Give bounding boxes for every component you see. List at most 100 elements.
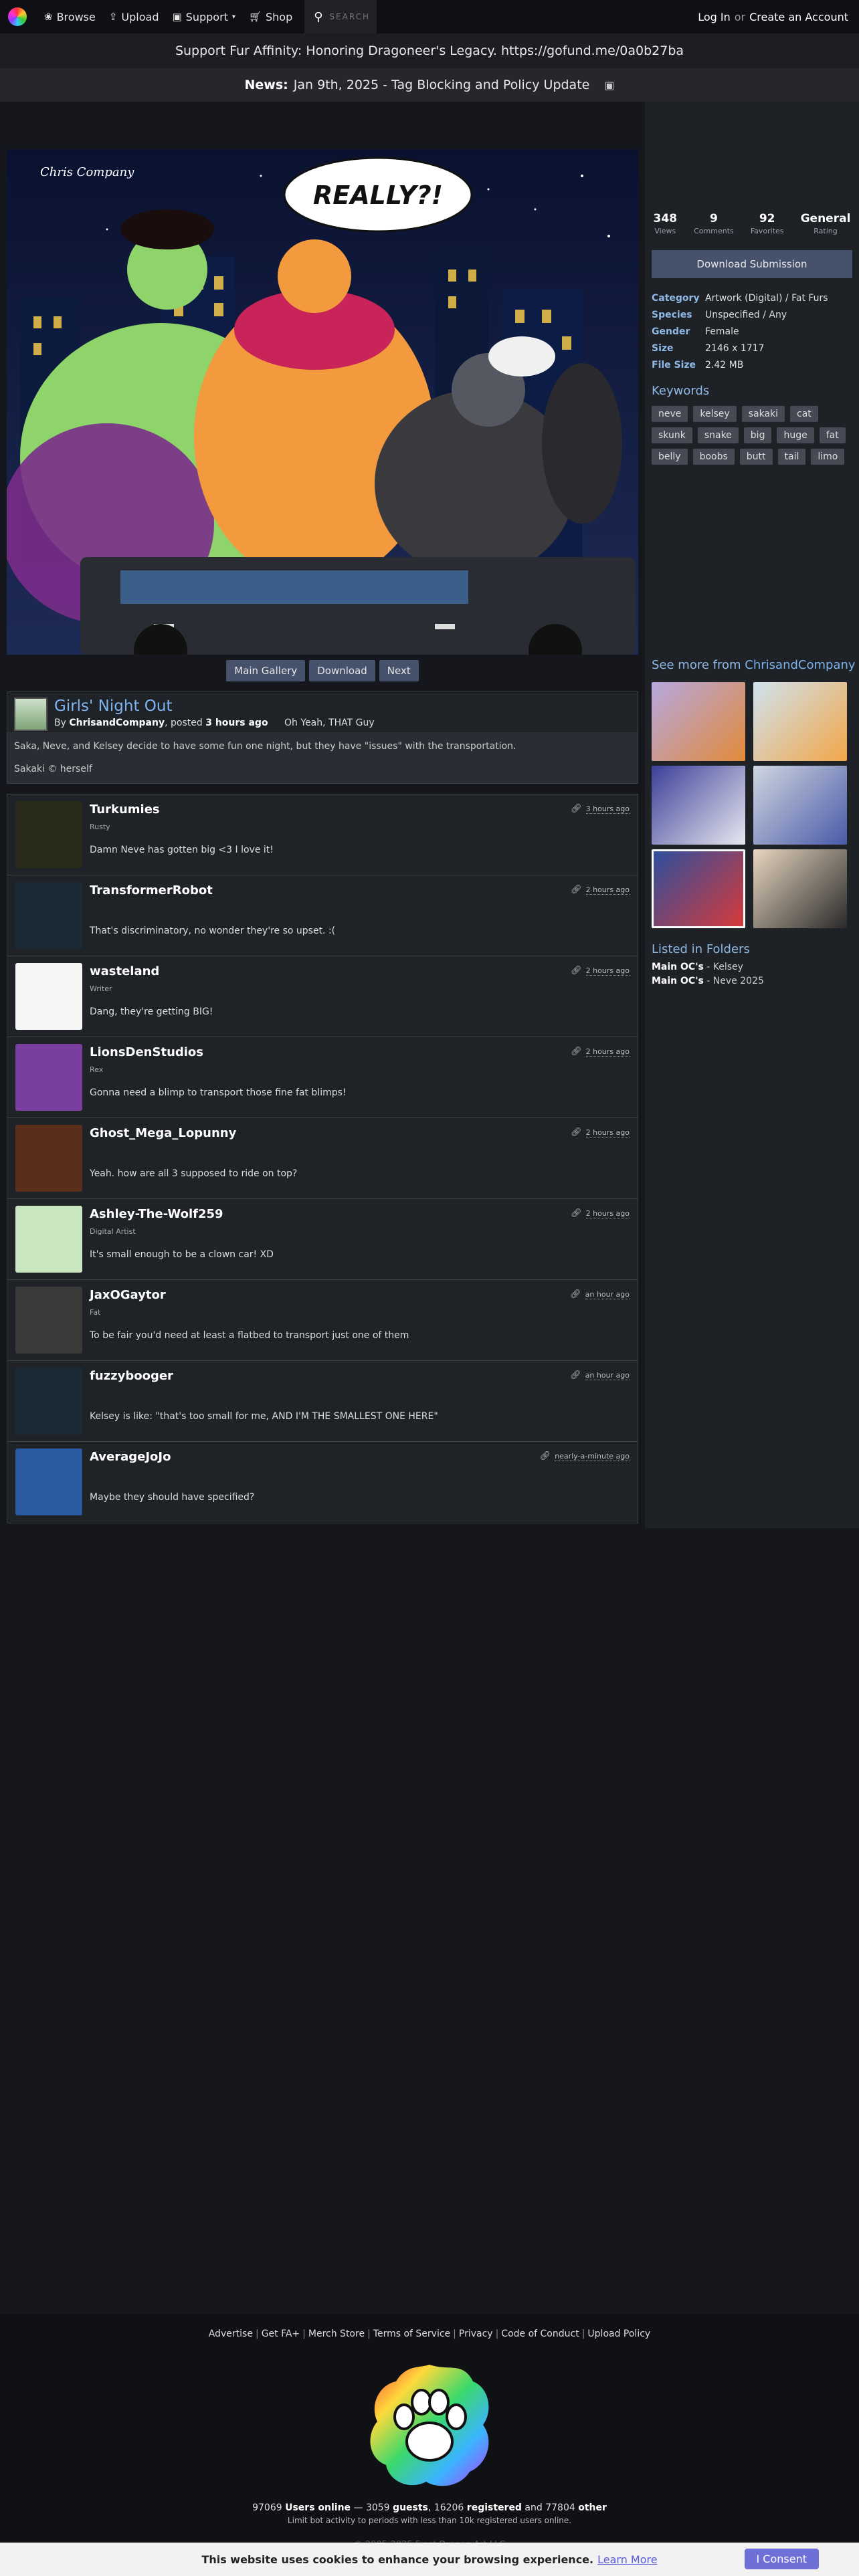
commenter-name[interactable]: AverageJoJo [90,1450,171,1464]
commenter-avatar[interactable] [15,882,82,949]
support-banner[interactable]: Support Fur Affinity: Honoring Dragoneer… [0,33,859,68]
prop-category: Category Artwork (Digital) / Fat Furs [652,290,852,306]
comment-timestamp[interactable]: 🔗︎ 2 hours ago [571,1208,630,1218]
main-gallery-button[interactable]: Main Gallery [226,660,306,681]
keyword-tag[interactable]: big [743,427,772,443]
commenter-avatar[interactable] [15,801,82,868]
folder-item[interactable]: Main OC's - Neve 2025 [652,974,785,988]
news-bar[interactable]: News: Jan 9th, 2025 - Tag Blocking and P… [0,68,859,102]
footer-link[interactable]: Terms of Service [373,2329,450,2339]
and-text: and [524,2502,543,2513]
commenter-name[interactable]: LionsDenStudios [90,1045,203,1059]
commenter-name[interactable]: wasteland [90,964,159,978]
commenter-avatar[interactable] [15,963,82,1030]
commenter-avatar[interactable] [15,1287,82,1354]
commenter-avatar[interactable] [15,1448,82,1515]
comment-text: Maybe they should have specified? [90,1492,255,1503]
footer-link[interactable]: Merch Store [308,2329,365,2339]
nav-upload[interactable]: ⇪ Upload [102,0,166,33]
gallery-thumbnail[interactable] [652,766,745,845]
commenter-avatar[interactable] [15,1368,82,1434]
keyword-tag[interactable]: butt [739,449,773,465]
footer-link[interactable]: Privacy [459,2329,493,2339]
keyword-tag[interactable]: fat [819,427,846,443]
commenter-title: Fat [90,1308,101,1317]
commenter-name[interactable]: Turkumies [90,802,160,817]
site-logo[interactable] [8,7,27,26]
nav-browse[interactable]: ❀ Browse [37,0,102,33]
keyword-tag[interactable]: sakaki [741,406,785,422]
comment: Ghost_Mega_Lopunny Yeah. how are all 3 su… [7,1118,638,1199]
footer-link[interactable]: Advertise [209,2329,253,2339]
submission-image[interactable]: REALLY?! Chris Company [7,149,638,655]
link-icon: 🔗︎ [571,966,582,976]
footer-link[interactable]: Upload Policy [587,2329,650,2339]
prop-key: Category [652,292,700,304]
gallery-thumbnail[interactable] [753,849,847,928]
gallery-thumbnail[interactable] [652,682,745,761]
commenter-name[interactable]: Ghost_Mega_Lopunny [90,1126,236,1140]
create-account-link[interactable]: Create an Account [749,11,848,23]
keyword-tag[interactable]: limo [811,449,845,465]
keyword-tag[interactable]: belly [652,449,688,465]
keyword-tag[interactable]: huge [777,427,814,443]
commenter-name[interactable]: TransformerRobot [90,883,213,897]
consent-button[interactable]: I Consent [744,2549,819,2569]
gallery-thumbnail[interactable] [753,766,847,845]
commenter-avatar[interactable] [15,1044,82,1111]
keyword-tag[interactable]: tail [777,449,806,465]
search-input[interactable] [329,12,370,21]
comment-timestamp[interactable]: 🔗︎ 2 hours ago [571,885,630,895]
artist-link[interactable]: ChrisandCompany [69,718,165,728]
nav-shop[interactable]: 🛒︎ Shop [242,0,299,33]
comment-time: an hour ago [585,1370,630,1380]
gallery-thumbnail[interactable] [652,849,745,928]
login-link[interactable]: Log In [698,11,731,23]
folders-list: Main OC's - Kelsey Main OC's - Neve 2025 [652,960,785,988]
commenter-name[interactable]: JaxOGaytor [90,1288,166,1302]
download-button[interactable]: Download [309,660,375,681]
commenter-avatar[interactable] [15,1125,82,1192]
comment-time: 2 hours ago [585,966,630,976]
comment-timestamp[interactable]: 🔗︎ an hour ago [570,1289,630,1299]
comment-time: 2 hours ago [585,1047,630,1057]
nav-support[interactable]: ▣ Support ▾ [165,0,242,33]
footer-link[interactable]: Code of Conduct [501,2329,579,2339]
artist-avatar[interactable] [14,697,47,731]
registered-count: 16206 [434,2502,464,2513]
comment-timestamp[interactable]: 🔗︎ nearly-a-minute ago [540,1451,630,1461]
comment-timestamp[interactable]: 🔗︎ 2 hours ago [571,1047,630,1057]
keyword-tag[interactable]: boobs [692,449,735,465]
keyword-tag[interactable]: cat [790,406,818,422]
folder-item[interactable]: Main OC's - Kelsey [652,960,785,974]
footer-links: Advertise | Get FA+ | Merch Store | Terms of S… [0,2329,859,2339]
footer-link[interactable]: Get FA+ [262,2329,300,2339]
link-icon: 🔗︎ [571,1128,582,1138]
gallery-thumbnail[interactable] [753,682,847,761]
stat-value: 92 [759,212,775,225]
calendar-icon[interactable]: ▣ [604,79,614,92]
comment-timestamp[interactable]: 🔗︎ 2 hours ago [571,966,630,976]
learn-more-link[interactable]: Learn More [597,2553,657,2566]
keyword-tag[interactable]: snake [697,427,739,443]
search-box[interactable]: ⚲ [304,0,377,33]
keyword-tag[interactable]: neve [652,406,688,422]
posted-label: , posted [165,718,203,728]
commenter-avatar[interactable] [15,1206,82,1273]
keyword-tag[interactable]: skunk [652,427,692,443]
download-submission-button[interactable]: Download Submission [652,250,852,278]
keyword-tag[interactable]: kelsey [693,406,737,422]
see-more-artist-link[interactable]: ChrisandCompany [745,658,855,672]
commenter-name[interactable]: fuzzybooger [90,1369,173,1383]
link-separator: | [453,2329,456,2339]
keywords-list: neve kelsey sakaki cat skunk snake big huge fat b… [652,406,852,465]
comment: Turkumies Rusty Damn Neve has gotten big <… [7,794,638,875]
commenter-name[interactable]: Ashley-The-Wolf259 [90,1207,223,1221]
comment-timestamp[interactable]: 🔗︎ 2 hours ago [571,1128,630,1138]
or-text: or [734,10,746,23]
next-button[interactable]: Next [379,660,419,681]
link-separator: | [302,2329,306,2339]
comment-timestamp[interactable]: 🔗︎ an hour ago [570,1370,630,1380]
paw-splash-logo [370,2365,489,2486]
comment-timestamp[interactable]: 🔗︎ 3 hours ago [571,804,630,814]
